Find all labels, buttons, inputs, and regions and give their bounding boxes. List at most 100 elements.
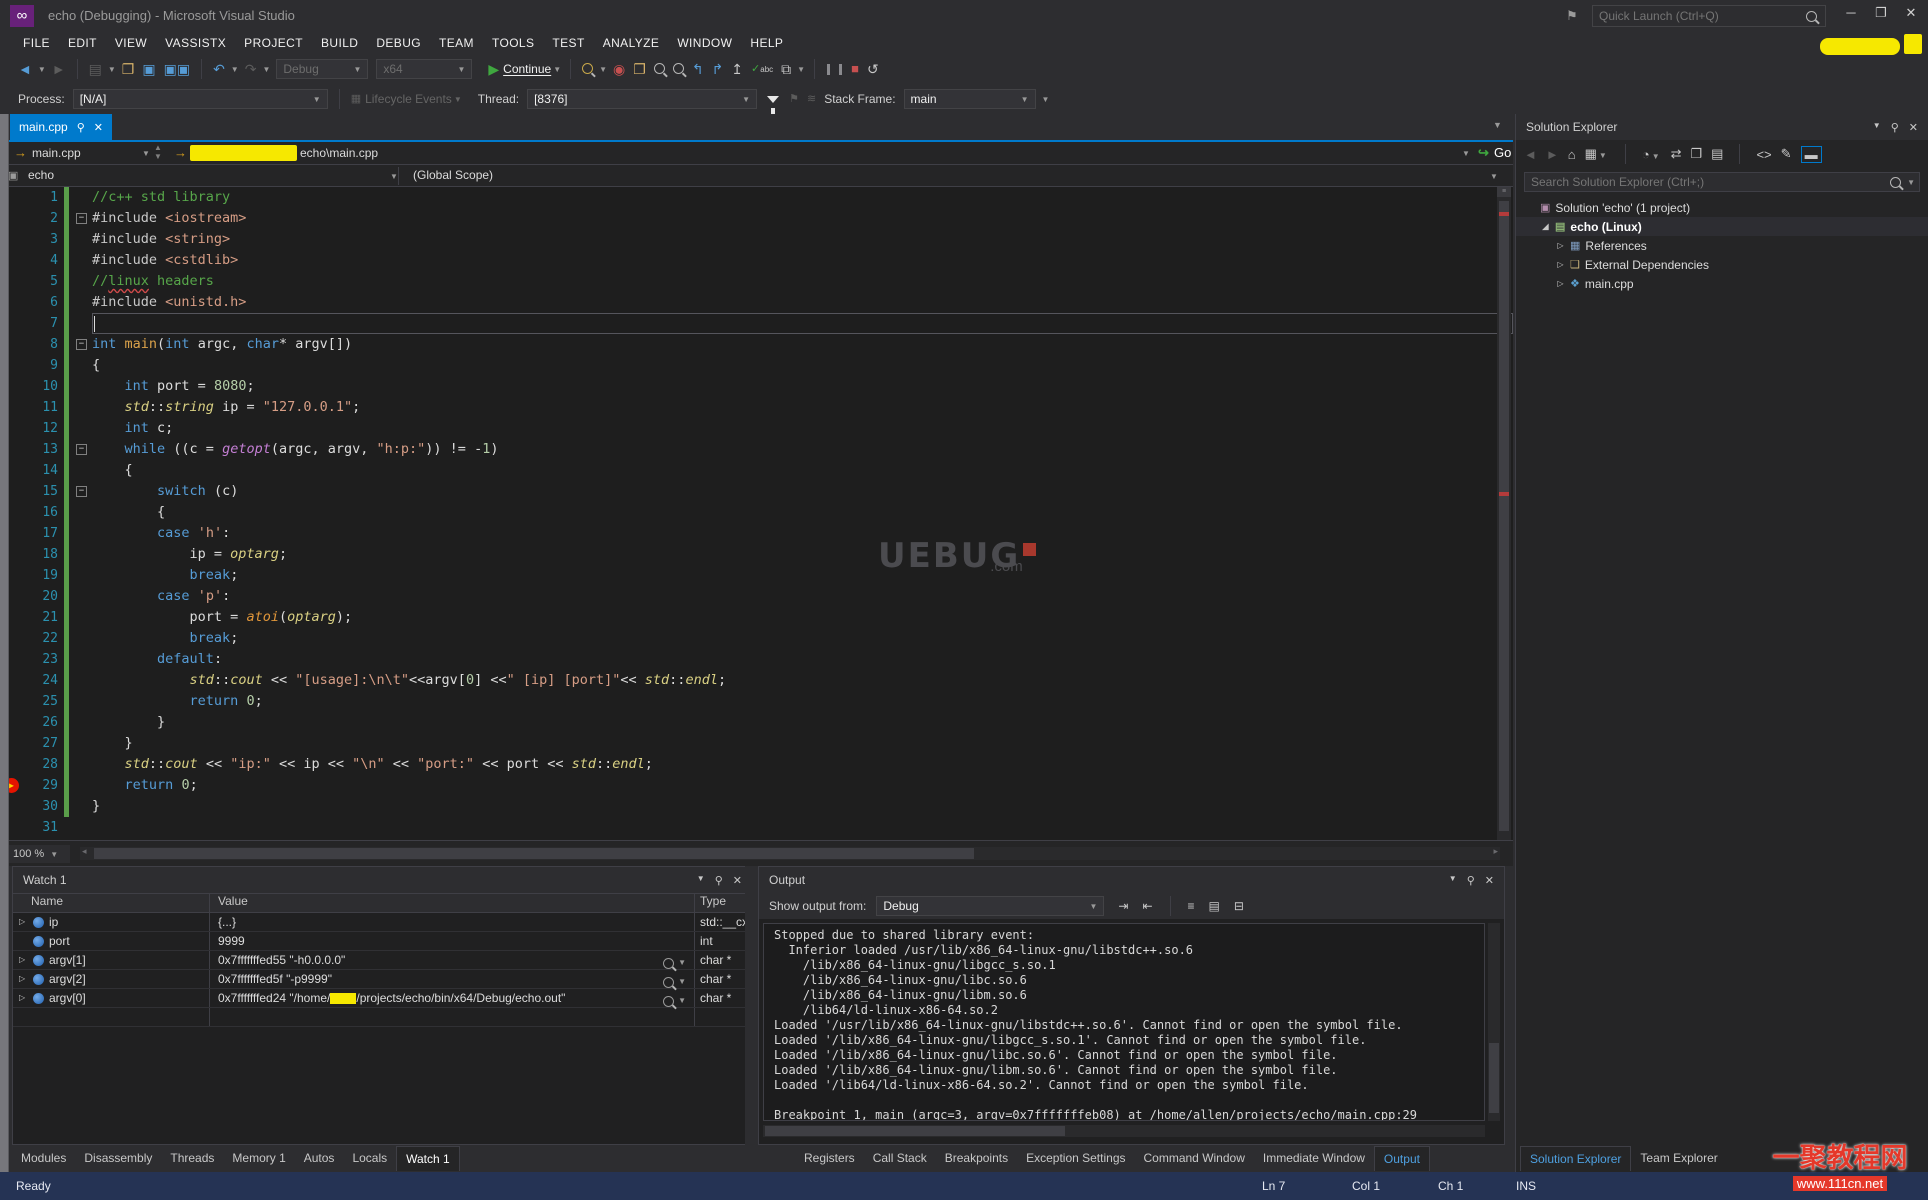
panel-tab-locals[interactable]: Locals	[343, 1146, 396, 1171]
output-source-combo[interactable]: Debug ▼	[876, 896, 1105, 916]
code-line-24[interactable]: 24 std::cout << "[usage]:\n\t"<<argv[0] …	[0, 670, 1513, 691]
clear-all-icon[interactable]: ▤	[1209, 891, 1220, 921]
editor-vertical-scrollbar[interactable]: ≡	[1497, 187, 1511, 840]
switch-views-icon[interactable]: ▦ ▼	[1585, 146, 1609, 162]
menu-item-tools[interactable]: TOOLS	[483, 36, 543, 50]
navigate-forward-icon[interactable]: ►	[52, 54, 66, 84]
go-button[interactable]: Go	[1494, 145, 1511, 160]
code-line-28[interactable]: 28 std::cout << "ip:" << ip << "\n" << "…	[0, 754, 1513, 775]
scope-project-dropdown[interactable]: ▼	[390, 172, 398, 181]
feedback-flag-icon[interactable]: ⚑	[1566, 8, 1578, 24]
continue-dropdown[interactable]: ▼	[553, 65, 561, 74]
code-line-12[interactable]: 12 int c;	[0, 418, 1513, 439]
tree-item-solution-echo-1-project-[interactable]: ▣ Solution 'echo' (1 project)	[1516, 198, 1928, 217]
code-line-17[interactable]: 17 case 'h':	[0, 523, 1513, 544]
code-text[interactable]: }	[92, 796, 1513, 817]
continue-button[interactable]: Continue	[503, 62, 551, 76]
panel-tab-call-stack[interactable]: Call Stack	[864, 1146, 936, 1171]
column-name[interactable]: Name	[13, 894, 209, 912]
goto-message-icon[interactable]: ⇤	[1142, 891, 1152, 921]
nav-path-dropdown[interactable]: ▼	[1462, 149, 1470, 158]
fold-margin[interactable]	[72, 670, 92, 691]
quick-launch-input[interactable]	[1593, 9, 1806, 23]
code-text[interactable]: int c;	[92, 418, 1513, 439]
code-text[interactable]: return 0;	[92, 775, 1513, 796]
zoom-combo[interactable]: 100 % ▼	[8, 845, 70, 863]
panel-tab-modules[interactable]: Modules	[12, 1146, 75, 1171]
panel-tab-autos[interactable]: Autos	[295, 1146, 344, 1171]
menu-item-edit[interactable]: EDIT	[59, 36, 106, 50]
fold-margin[interactable]	[72, 691, 92, 712]
nav-file-combo[interactable]: main.cpp	[32, 146, 81, 160]
show-next-statement-icon[interactable]	[582, 54, 594, 84]
pin-icon[interactable]: ⚲	[1467, 874, 1475, 887]
code-text[interactable]: //c++ std library	[92, 187, 1513, 208]
menu-item-file[interactable]: FILE	[14, 36, 59, 50]
panel-tab-registers[interactable]: Registers	[795, 1146, 864, 1171]
thread-combo[interactable]: [8376] ▼	[527, 89, 758, 109]
collapse-all-icon[interactable]: ▤	[1711, 146, 1723, 162]
quick-find-icon[interactable]	[672, 54, 684, 84]
fold-margin[interactable]	[72, 313, 92, 334]
code-line-13[interactable]: 13 − while ((c = getopt(argc, argv, "h:p:…	[0, 439, 1513, 460]
window-position-dropdown[interactable]: ▼	[697, 874, 705, 887]
code-line-19[interactable]: 19 break;	[0, 565, 1513, 586]
collapsed-icon[interactable]: ▷	[1556, 260, 1565, 269]
code-text[interactable]: case 'h':	[92, 523, 1513, 544]
code-line-6[interactable]: 6 #include <unistd.h>	[0, 292, 1513, 313]
code-text[interactable]: {	[92, 460, 1513, 481]
watch-empty-row[interactable]	[13, 1008, 752, 1027]
navigate-back-icon[interactable]: ◄	[18, 54, 32, 84]
watch-row-port[interactable]: port 9999 int	[13, 932, 752, 951]
panel-tab-immediate-window[interactable]: Immediate Window	[1254, 1146, 1374, 1171]
code-text[interactable]: return 0;	[92, 691, 1513, 712]
watch-value[interactable]: 0x7fffffffed24 "/home//projects/echo/bin…	[209, 989, 694, 1007]
code-text[interactable]: #include <unistd.h>	[92, 292, 1513, 313]
panel-tab-breakpoints[interactable]: Breakpoints	[936, 1146, 1017, 1171]
fold-margin[interactable]	[72, 733, 92, 754]
code-text[interactable]: {	[92, 355, 1513, 376]
menu-item-help[interactable]: HELP	[741, 36, 792, 50]
code-text[interactable]: #include <cstdlib>	[92, 250, 1513, 271]
redo-dropdown[interactable]: ▼	[262, 65, 270, 74]
code-line-22[interactable]: 22 break;	[0, 628, 1513, 649]
fold-margin[interactable]	[72, 502, 92, 523]
filter-threads-icon[interactable]	[767, 95, 780, 114]
code-line-21[interactable]: 21 port = atoi(optarg);	[0, 607, 1513, 628]
solution-search-input[interactable]	[1525, 175, 1891, 189]
solution-platform-combo[interactable]: x64 ▼	[376, 59, 473, 79]
collapsed-icon[interactable]: ▷	[1556, 241, 1565, 250]
code-line-29[interactable]: ▶ 29 return 0;	[0, 775, 1513, 796]
step-out-icon[interactable]: ↥	[731, 54, 743, 84]
fold-margin[interactable]	[72, 649, 92, 670]
output-vertical-scrollbar[interactable]	[1488, 923, 1500, 1121]
fold-margin[interactable]	[72, 271, 92, 292]
properties-icon[interactable]: ✎	[1781, 146, 1792, 162]
stop-debugging-icon[interactable]: ■	[851, 54, 859, 84]
pending-changes-filter-icon[interactable]: ◔ ▼	[1642, 147, 1662, 162]
word-wrap-icon[interactable]: ≡	[1188, 891, 1195, 921]
fold-margin[interactable]	[72, 754, 92, 775]
save-all-icon[interactable]: ▣▣	[164, 54, 190, 84]
pin-icon[interactable]: ⚲	[715, 874, 723, 887]
code-line-3[interactable]: 3 #include <string>	[0, 229, 1513, 250]
expander-icon[interactable]: ▷	[19, 970, 28, 988]
scroll-right-arrow[interactable]: ▸	[1493, 846, 1498, 857]
solution-explorer-header[interactable]: Solution Explorer ▼ ⚲ ✕	[1516, 114, 1928, 140]
code-line-5[interactable]: 5 //linux headers	[0, 271, 1513, 292]
new-file-icon[interactable]: ▤	[89, 54, 102, 84]
undo-icon[interactable]: ↶	[213, 54, 225, 84]
code-text[interactable]: ip = optarg;	[92, 544, 1513, 565]
fold-margin[interactable]	[72, 544, 92, 565]
code-text[interactable]: break;	[92, 628, 1513, 649]
code-text[interactable]	[92, 313, 1513, 334]
window-position-dropdown[interactable]: ▼	[1873, 121, 1881, 134]
pin-icon[interactable]: ⚲	[77, 121, 85, 134]
fold-margin[interactable]	[72, 817, 92, 838]
window-layout-icon[interactable]: ⧉	[781, 54, 791, 84]
code-text[interactable]: }	[92, 733, 1513, 754]
close-tab-icon[interactable]: ✕	[94, 121, 103, 134]
code-line-8[interactable]: 8− int main(int argc, char* argv[])	[0, 334, 1513, 355]
code-text[interactable]: port = atoi(optarg);	[92, 607, 1513, 628]
menu-item-build[interactable]: BUILD	[312, 36, 367, 50]
